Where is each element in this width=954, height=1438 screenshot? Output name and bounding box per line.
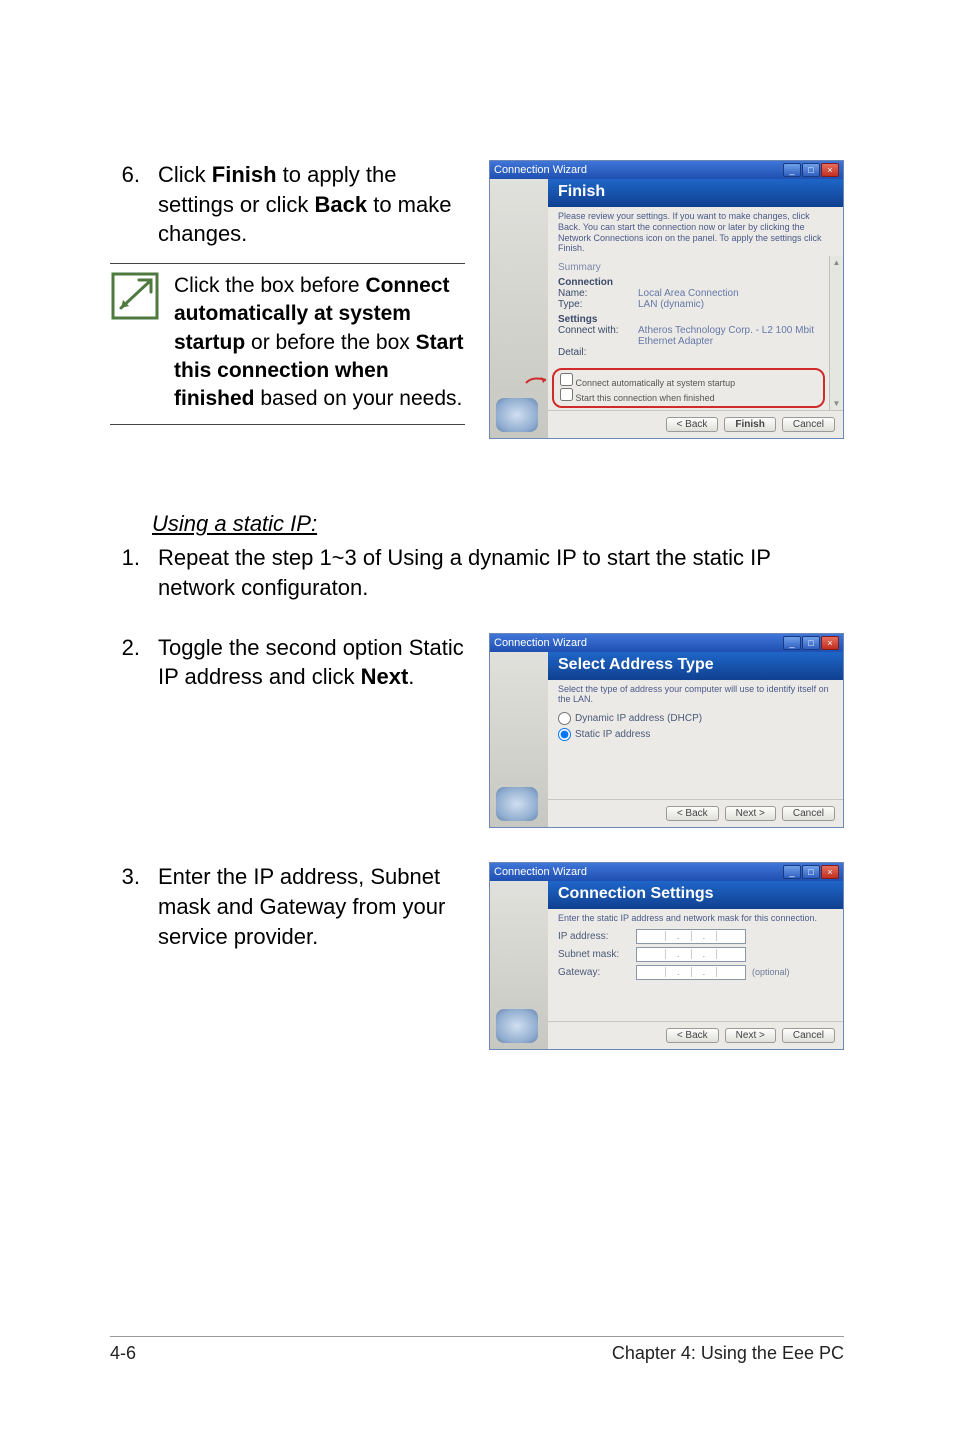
- scrollbar[interactable]: ▲ ▼: [829, 256, 843, 410]
- finish-button[interactable]: Finish: [724, 417, 775, 432]
- static-ip-radio[interactable]: Static IP address: [558, 728, 833, 741]
- dynamic-ip-radio[interactable]: Dynamic IP address (DHCP): [558, 712, 833, 725]
- cancel-button[interactable]: Cancel: [782, 417, 835, 432]
- minimize-icon[interactable]: _: [783, 636, 801, 650]
- subnet-mask-label: Subnet mask:: [558, 949, 630, 960]
- wizard-sidebar-image: [490, 179, 548, 438]
- wizard-titlebar: Connection Wizard _ □ ×: [490, 863, 843, 881]
- wizard-desc: Select the type of address your computer…: [548, 680, 843, 708]
- gateway-label: Gateway:: [558, 967, 630, 978]
- start-connection-checkbox[interactable]: Start this connection when finished: [560, 388, 817, 403]
- close-icon[interactable]: ×: [821, 865, 839, 879]
- callout-arrow-icon: [524, 374, 548, 392]
- ip-address-input[interactable]: ..: [636, 929, 746, 944]
- wizard-sidebar-image: [490, 881, 548, 1049]
- wizard-banner: Connection Settings: [548, 881, 843, 909]
- wizard-desc: Enter the static IP address and network …: [548, 909, 843, 926]
- back-button[interactable]: < Back: [666, 1028, 719, 1043]
- next-button[interactable]: Next >: [725, 1028, 776, 1043]
- page-footer: 4-6 Chapter 4: Using the Eee PC: [110, 1336, 844, 1364]
- cancel-button[interactable]: Cancel: [782, 806, 835, 821]
- note-box: Click the box before Connect automatical…: [110, 263, 465, 425]
- page-number: 4-6: [110, 1343, 136, 1364]
- step-number: 6.: [110, 160, 140, 249]
- step-number: 2.: [110, 633, 140, 692]
- step-2-text: Toggle the second option Static IP addre…: [158, 633, 465, 692]
- wizard-title: Connection Wizard: [494, 164, 587, 176]
- minimize-icon[interactable]: _: [783, 163, 801, 177]
- wizard-finish: Connection Wizard _ □ × Finish Please re…: [489, 160, 844, 439]
- minimize-icon[interactable]: _: [783, 865, 801, 879]
- back-button[interactable]: < Back: [666, 806, 719, 821]
- ip-address-label: IP address:: [558, 931, 630, 942]
- note-text: Click the box before Connect automatical…: [174, 272, 465, 414]
- callout-box: Connect automatically at system startup …: [552, 368, 825, 408]
- step-number: 1.: [110, 543, 140, 602]
- wizard-title: Connection Wizard: [494, 637, 587, 649]
- maximize-icon[interactable]: □: [802, 865, 820, 879]
- cancel-button[interactable]: Cancel: [782, 1028, 835, 1043]
- optional-text: (optional): [752, 967, 790, 977]
- chapter-title: Chapter 4: Using the Eee PC: [612, 1343, 844, 1364]
- wizard-titlebar: Connection Wizard _ □ ×: [490, 161, 843, 179]
- wizard-sidebar-image: [490, 652, 548, 828]
- scroll-down-icon[interactable]: ▼: [833, 399, 841, 408]
- subnet-mask-input[interactable]: ..: [636, 947, 746, 962]
- scroll-up-icon[interactable]: ▲: [833, 258, 841, 267]
- step-number: 3.: [110, 862, 140, 951]
- next-button[interactable]: Next >: [725, 806, 776, 821]
- maximize-icon[interactable]: □: [802, 636, 820, 650]
- note-icon: [110, 272, 160, 320]
- connect-auto-checkbox[interactable]: Connect automatically at system startup: [560, 373, 817, 388]
- wizard-title: Connection Wizard: [494, 866, 587, 878]
- section-title-static-ip: Using a static IP:: [152, 511, 844, 537]
- wizard-desc: Please review your settings. If you want…: [548, 207, 843, 256]
- step-6-text: Click Finish to apply the settings or cl…: [158, 160, 465, 249]
- step-3-text: Enter the IP address, Subnet mask and Ga…: [158, 862, 465, 951]
- wizard-titlebar: Connection Wizard _ □ ×: [490, 634, 843, 652]
- step-1-text: Repeat the step 1~3 of Using a dynamic I…: [158, 543, 844, 602]
- wizard-banner: Select Address Type: [548, 652, 843, 680]
- close-icon[interactable]: ×: [821, 163, 839, 177]
- wizard-connection-settings: Connection Wizard _ □ × Connection Setti…: [489, 862, 844, 1050]
- gateway-input[interactable]: ..: [636, 965, 746, 980]
- wizard-address-type: Connection Wizard _ □ × Select Address T…: [489, 633, 844, 829]
- maximize-icon[interactable]: □: [802, 163, 820, 177]
- back-button[interactable]: < Back: [666, 417, 719, 432]
- close-icon[interactable]: ×: [821, 636, 839, 650]
- wizard-banner: Finish: [548, 179, 843, 207]
